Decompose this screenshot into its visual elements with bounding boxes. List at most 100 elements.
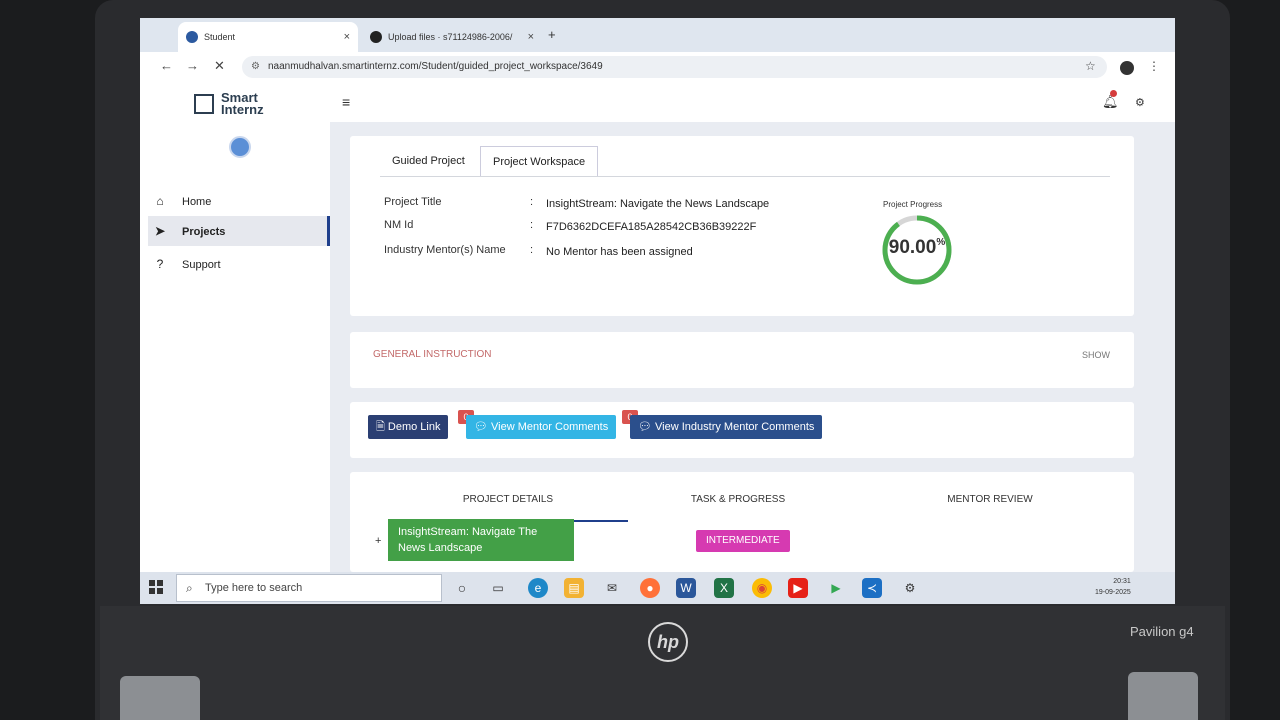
play-store-icon[interactable]: ▶ [826,578,846,598]
project-title-value: InsightStream: Navigate the News Landsca… [546,198,770,210]
tab-divider [380,176,1110,177]
vscode-icon[interactable]: ≺ [862,578,882,598]
browser-tabstrip: Student × Upload files · s71124986-2006/… [140,18,1175,52]
browser-menu-icon[interactable]: ⋮ [1148,59,1160,73]
system-clock[interactable]: 20:31 19-09-2025 [1095,576,1131,598]
sidebar-item-support[interactable]: ? Support [148,249,330,279]
task-view-icon[interactable]: ▭ [488,578,508,598]
progress-value: 90.00% [881,237,953,259]
tab-mentor-review[interactable]: MENTOR REVIEW [910,494,1070,505]
taskbar-search-input[interactable]: ⌕ Type here to search [176,574,442,602]
tab-project-workspace[interactable]: Project Workspace [480,146,599,177]
notification-bell-icon[interactable]: 🔔︎ [1102,94,1119,110]
mentor-comments-label: View Mentor Comments [491,421,609,433]
mentor-name-label: Industry Mentor(s) Name [384,244,506,256]
tab-title: Upload files · s71124986-2006/ [388,32,513,42]
mentor-name-value: No Mentor has been assigned [546,246,693,258]
sidebar-item-projects[interactable]: ➤ Projects [148,216,330,246]
actions-card: 🗎︎ Demo Link 0 💬︎ View Mentor Comments 0… [350,402,1134,458]
clock-date: 19-09-2025 [1095,589,1131,596]
site-favicon-icon [186,31,198,43]
forward-button[interactable]: → [186,58,199,73]
general-instruction-card: GENERAL INSTRUCTION SHOW [350,332,1134,388]
notification-dot [1110,90,1117,97]
youtube-icon[interactable]: ▶ [788,578,808,598]
edge-icon[interactable]: e [528,578,548,598]
details-card: PROJECT DETAILS TASK & PROGRESS MENTOR R… [350,472,1134,572]
address-bar[interactable]: ⚙ naanmudhalvan.smartinternz.com/Student… [242,56,1107,78]
left-hinge [120,676,200,720]
stop-loading-button[interactable]: ✕ [214,58,225,74]
settings-icon[interactable]: ⚙ [900,578,920,598]
search-placeholder: Type here to search [205,582,303,594]
document-icon: 🗎︎ [376,421,388,433]
app-topbar: ≡ 🔔︎ ⚙ [330,82,1175,122]
browser-tab-upload[interactable]: Upload files · s71124986-2006/ × [362,22,542,52]
sidebar-item-label: Projects [182,226,226,238]
menu-toggle-icon[interactable]: ≡ [342,94,350,110]
question-icon: ? [156,257,164,271]
user-avatar[interactable] [229,136,251,158]
site-info-icon[interactable]: ⚙ [251,56,260,78]
expand-icon[interactable]: + [375,535,381,547]
browser-toolbar: ← → ✕ ⚙ naanmudhalvan.smartinternz.com/S… [140,52,1175,83]
view-industry-mentor-comments-button[interactable]: 💬︎ View Industry Mentor Comments [630,415,823,439]
close-tab-icon[interactable]: × [344,31,350,43]
home-icon: ⌂ [156,194,164,208]
windows-taskbar: ⌕ Type here to search ○ ▭ e ▤ ✉ ● W X ◉ … [140,572,1175,604]
nm-id-label: NM Id [384,219,414,231]
browser-tab-student[interactable]: Student × [178,22,358,52]
url-text: naanmudhalvan.smartinternz.com/Student/g… [268,61,603,72]
project-title-label: Project Title [384,196,442,208]
progress-unit: % [936,237,946,248]
settings-gear-icon[interactable]: ⚙ [1135,96,1145,109]
new-tab-button[interactable]: + [548,27,556,42]
nm-id-value: F7D6362DCEFA185A28542CB36B39222F [546,221,757,233]
brand-name-line2: Internz [221,102,264,117]
view-mentor-comments-button[interactable]: 💬︎ View Mentor Comments [466,415,617,439]
back-button[interactable]: ← [160,58,173,73]
tab-project-details[interactable]: PROJECT DETAILS [388,494,628,505]
file-explorer-icon[interactable]: ▤ [564,578,584,598]
firefox-icon[interactable]: ● [640,578,660,598]
tab-task-progress[interactable]: TASK & PROGRESS [658,494,818,505]
progress-number: 90.00 [888,237,937,258]
general-instruction-title: GENERAL INSTRUCTION [373,349,492,360]
brand-chart-icon [194,94,214,114]
colon: : [530,244,534,256]
cortana-icon[interactable]: ○ [452,578,472,598]
sidebar: Smart Internz ⌂ Home ➤ Projects ? Support [140,82,330,572]
tab-title: Student [204,32,236,42]
windows-start-icon[interactable] [149,580,163,594]
github-icon [370,31,382,43]
project-name-card[interactable]: InsightStream: Navigate The News Landsca… [388,519,574,561]
sidebar-item-label: Support [182,259,221,271]
paper-plane-icon: ➤ [154,224,166,238]
chrome-icon[interactable]: ◉ [752,578,772,598]
bookmark-star-icon[interactable]: ☆ [1085,59,1096,73]
mail-icon[interactable]: ✉ [602,578,622,598]
industry-comments-label: View Industry Mentor Comments [655,421,815,433]
demo-link-button[interactable]: 🗎︎ Demo Link [368,415,449,439]
main-content: Guided Project Project Workspace Project… [330,122,1175,572]
demo-link-label: Demo Link [387,421,441,433]
project-card: Guided Project Project Workspace Project… [350,136,1134,316]
colon: : [530,196,534,208]
hp-logo: hp [648,622,688,662]
comment-icon: 💬︎ [638,421,656,433]
sidebar-item-label: Home [182,196,212,208]
search-icon: ⌕ [186,581,193,595]
screen: Student × Upload files · s71124986-2006/… [140,18,1175,604]
clock-time: 20:31 [1113,578,1131,585]
sidebar-item-home[interactable]: ⌂ Home [148,186,330,216]
model-label: Pavilion g4 [1130,624,1194,639]
close-tab-icon[interactable]: × [528,31,534,43]
show-instruction-button[interactable]: SHOW [1082,350,1110,360]
excel-icon[interactable]: X [714,578,734,598]
profile-avatar[interactable] [1120,61,1134,75]
word-icon[interactable]: W [676,578,696,598]
tab-guided-project[interactable]: Guided Project [380,146,477,176]
right-hinge [1128,672,1198,720]
brand-logo[interactable]: Smart Internz [194,91,264,117]
comment-icon: 💬︎ [474,421,492,433]
